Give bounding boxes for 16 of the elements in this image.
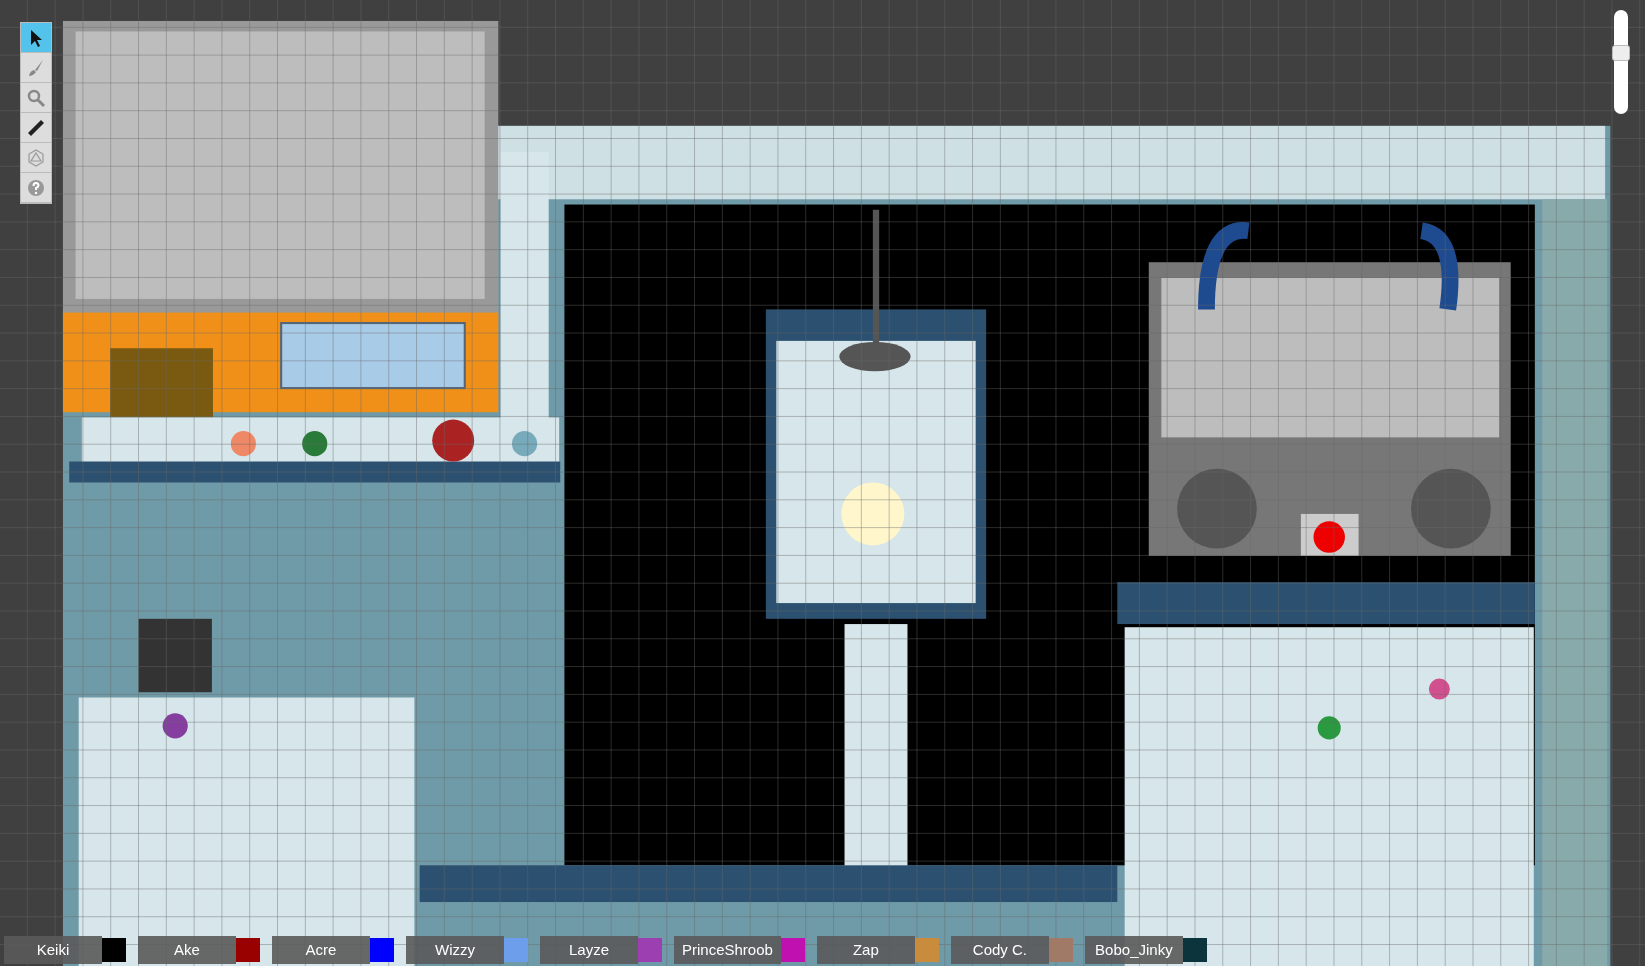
player-name: Wizzy: [406, 935, 504, 964]
player-name: Bobo_Jinky: [1084, 935, 1183, 964]
player-name: Zap: [816, 935, 915, 964]
ruler-icon: [26, 117, 46, 138]
zoom-slider[interactable]: [1614, 10, 1628, 114]
slider-thumb[interactable]: [1612, 45, 1630, 62]
player-name: Ake: [138, 935, 236, 964]
player-name: Cody C.: [950, 935, 1049, 964]
player-name: Acre: [272, 935, 370, 964]
search-icon: [26, 87, 46, 108]
player-name: Keiki: [4, 935, 102, 964]
player-name: Layze: [540, 935, 638, 964]
tool-button[interactable]: [21, 23, 51, 53]
player-name: PrinceShroob: [674, 935, 781, 964]
help-icon: [26, 177, 46, 198]
dice-icon: [26, 147, 46, 168]
